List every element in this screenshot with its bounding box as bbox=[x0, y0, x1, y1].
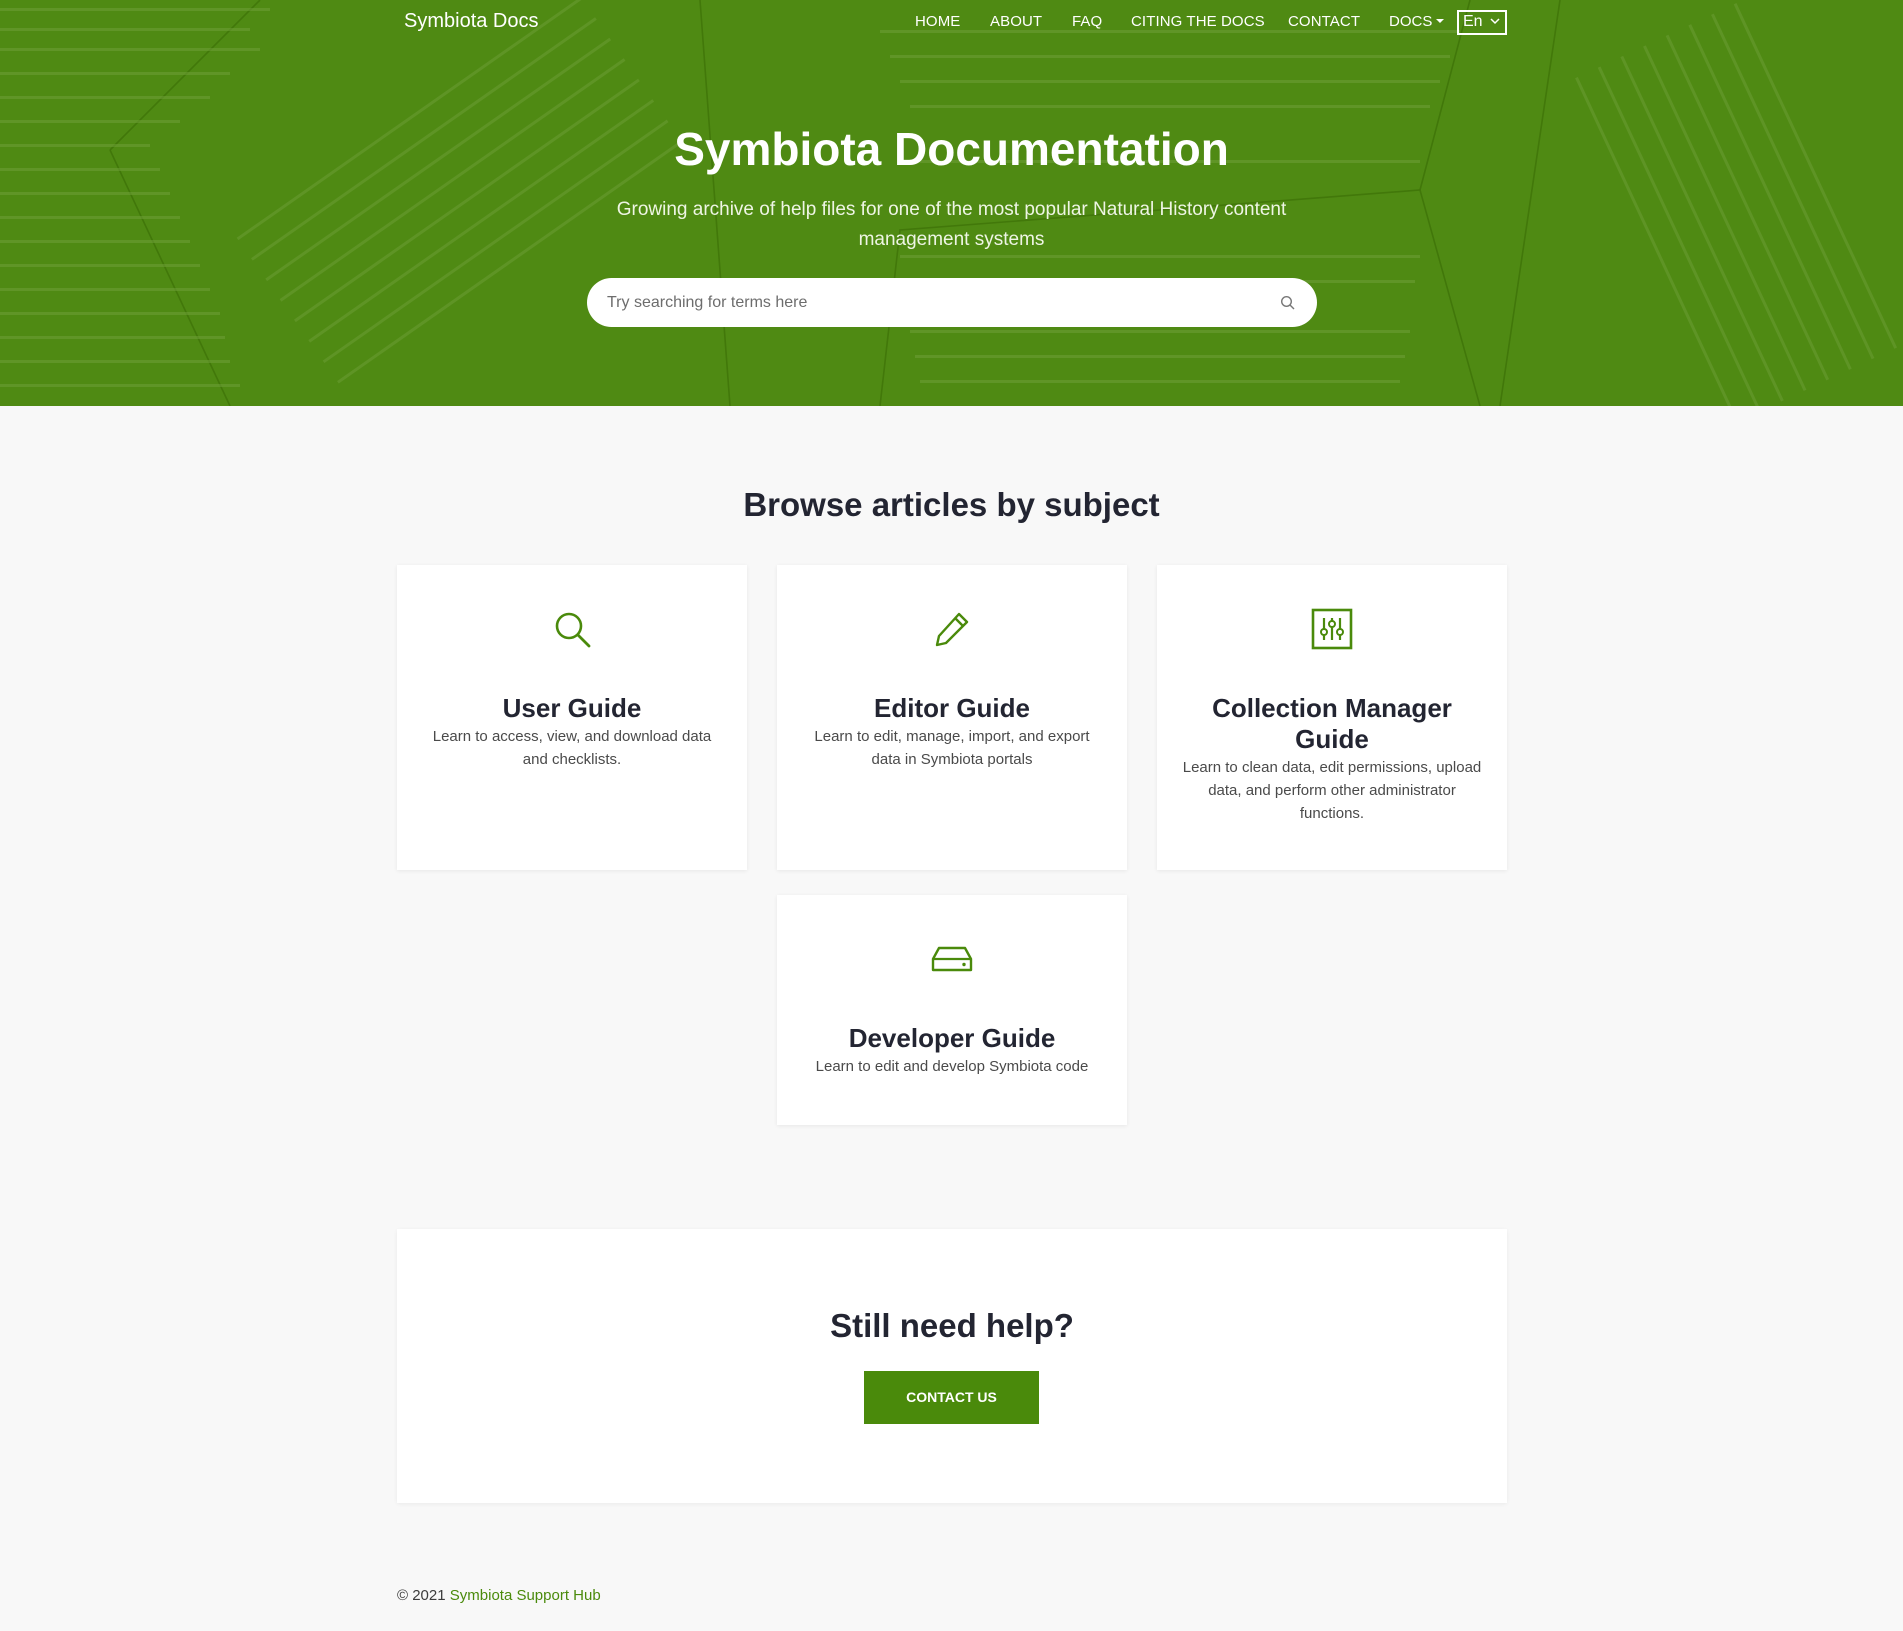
language-value: En bbox=[1463, 13, 1483, 30]
nav-home[interactable]: HOME bbox=[915, 13, 960, 30]
browse-section-title: Browse articles by subject bbox=[743, 486, 1160, 523]
card-developer-guide[interactable]: Developer Guide Learn to edit and develo… bbox=[777, 895, 1127, 1125]
card-editor-guide[interactable]: Editor Guide Learn to edit, manage, impo… bbox=[777, 565, 1127, 870]
card-title: Developer Guide bbox=[848, 1023, 1056, 1053]
card-user-guide[interactable]: User Guide Learn to access, view, and do… bbox=[397, 565, 747, 870]
footer-support-hub-link[interactable]: Symbiota Support Hub bbox=[450, 1587, 601, 1604]
search-icon bbox=[555, 612, 591, 648]
footer: © 2021 Symbiota Support Hub bbox=[397, 1587, 601, 1604]
search-icon[interactable] bbox=[1280, 295, 1296, 311]
nav-citing-the-docs[interactable]: CITING THE DOCS bbox=[1131, 13, 1265, 30]
hard-drive-icon bbox=[931, 946, 973, 972]
top-navbar: Symbiota Docs HOME ABOUT FAQ CITING THE … bbox=[0, 0, 1903, 44]
nav-docs-dropdown[interactable]: DOCS bbox=[1389, 13, 1445, 30]
help-section: Still need help? CONTACT US bbox=[397, 1229, 1507, 1503]
nav-about[interactable]: ABOUT bbox=[990, 13, 1042, 30]
hero-banner: Symbiota Docs HOME ABOUT FAQ CITING THE … bbox=[0, 0, 1903, 406]
nav-faq[interactable]: FAQ bbox=[1072, 13, 1102, 30]
caret-down-icon bbox=[1436, 19, 1445, 23]
card-description: Learn to edit and develop Symbiota code bbox=[815, 1058, 1089, 1075]
page-title: Symbiota Documentation bbox=[674, 123, 1229, 175]
card-description: Learn to access, view, and download data… bbox=[432, 728, 712, 768]
card-title: Collection Manager Guide bbox=[1212, 693, 1452, 754]
nav-contact[interactable]: CONTACT bbox=[1288, 13, 1360, 30]
card-title: Editor Guide bbox=[874, 693, 1030, 723]
search-bar bbox=[587, 278, 1317, 327]
card-title: User Guide bbox=[502, 693, 642, 723]
card-collection-manager-guide[interactable]: Collection Manager Guide Learn to clean … bbox=[1157, 565, 1507, 870]
contact-us-button[interactable]: CONTACT US bbox=[864, 1371, 1039, 1424]
nav-docs-label: DOCS bbox=[1389, 13, 1433, 30]
footer-copyright: © 2021 bbox=[397, 1587, 446, 1604]
pencil-icon bbox=[935, 612, 969, 647]
card-description: Learn to clean data, edit permissions, u… bbox=[1182, 759, 1482, 822]
brand-link[interactable]: Symbiota Docs bbox=[404, 10, 539, 33]
sliders-icon bbox=[1311, 608, 1353, 650]
help-title: Still need help? bbox=[830, 1307, 1074, 1344]
search-input[interactable] bbox=[607, 278, 1247, 327]
chevron-down-icon bbox=[1490, 18, 1500, 25]
hero-subtitle: Growing archive of help files for one of… bbox=[616, 199, 1287, 250]
card-description: Learn to edit, manage, import, and expor… bbox=[814, 728, 1090, 768]
language-select[interactable]: En bbox=[1457, 10, 1507, 35]
